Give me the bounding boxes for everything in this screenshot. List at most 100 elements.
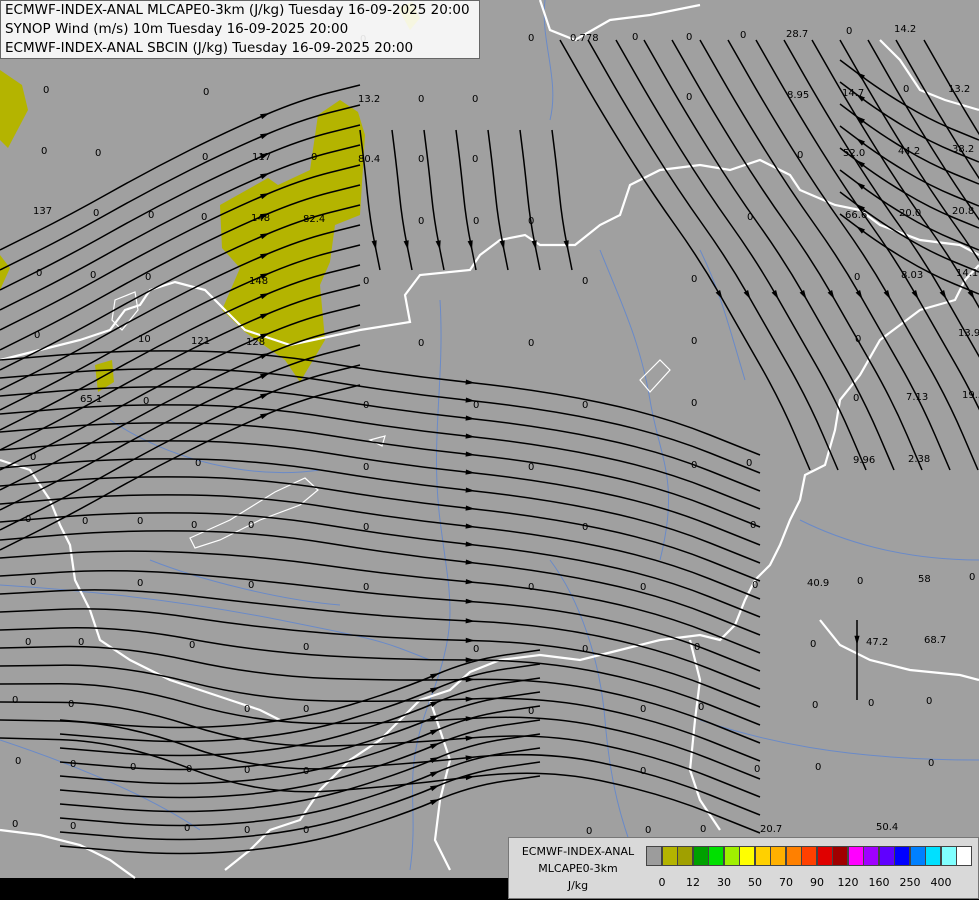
value-label: 0 [303,704,309,715]
value-label: 0 [686,32,692,43]
value-label: 0 [750,520,756,531]
value-label: 0 [582,522,588,533]
value-label: 148 [249,276,268,287]
value-label: 8.03 [901,270,923,281]
value-label: 0 [746,458,752,469]
value-label: 0 [473,400,479,411]
legend-swatch [878,846,895,866]
value-label: 0 [184,823,190,834]
value-label: 0 [810,639,816,650]
value-label: 0 [12,819,18,830]
value-label: 0 [418,154,424,165]
value-label: 80.4 [358,154,380,165]
value-label: 0 [473,216,479,227]
value-label: 0 [691,274,697,285]
value-label: 0 [363,462,369,473]
value-label: 0 [363,400,369,411]
value-label: 0 [582,276,588,287]
legend-tick-label: 50 [748,876,762,889]
value-label: 0 [528,216,534,227]
value-label: 50.4 [876,822,898,833]
value-label: 13.2 [358,94,380,105]
value-label: 0 [90,270,96,281]
legend-swatch [646,846,662,866]
legend-swatch [677,846,693,866]
value-label: 0 [418,216,424,227]
value-label: 0 [472,94,478,105]
value-label: 0 [34,330,40,341]
value-label: 0 [586,826,592,837]
value-label: 121 [191,336,210,347]
value-label: 65.1 [80,394,102,405]
value-label: 0 [846,26,852,37]
value-label: 0 [43,85,49,96]
value-label: 0 [12,695,18,706]
value-label: 0 [969,572,975,583]
value-label: 0 [203,87,209,98]
legend-swatch [940,846,957,866]
value-label: 0 [740,30,746,41]
legend-tick-label: 30 [717,876,731,889]
value-label: 0 [68,699,74,710]
legend-title-source: ECMWF-INDEX-ANAL [521,845,635,858]
value-label: 47.2 [866,637,888,648]
value-label: 0 [70,759,76,770]
value-label: 0 [926,696,932,707]
value-label: 0 [747,212,753,223]
value-label: 14.2 [894,24,916,35]
value-label: 66.6 [845,210,867,221]
value-label: 58 [918,574,931,585]
value-label: 0 [854,272,860,283]
legend-swatch [894,846,910,866]
value-label: 0 [70,821,76,832]
value-label: 117 [252,152,271,163]
value-label: 0 [244,825,250,836]
value-label: 28.7 [786,29,808,40]
value-label: 14.1 [956,268,978,279]
value-label: 0 [244,765,250,776]
legend-swatch [739,846,755,866]
value-label: 0 [248,520,254,531]
value-label: 0 [473,644,479,655]
legend-swatch [816,846,833,866]
value-label: 0 [95,148,101,159]
value-label: 0 [201,212,207,223]
value-label: 0 [137,578,143,589]
value-label: 0 [691,398,697,409]
value-label: 0 [93,208,99,219]
value-label: 0 [30,577,36,588]
value-label: 40.9 [807,578,829,589]
value-label: 0 [797,150,803,161]
legend-tick-label: 70 [779,876,793,889]
value-label: 0 [640,766,646,777]
legend-tick-label: 12 [686,876,700,889]
legend-tick-label: 90 [810,876,824,889]
value-label: 0 [691,336,697,347]
value-label: 0 [186,764,192,775]
value-label: 0 [640,704,646,715]
value-label: 0 [903,84,909,95]
legend-swatch [723,846,740,866]
value-label: 0 [191,520,197,531]
legend-swatch [863,846,879,866]
wind-title: SYNOP Wind (m/s) 10m Tuesday 16-09-2025 … [5,21,349,37]
value-label: 9.96 [853,455,875,466]
value-label: 0 [30,452,36,463]
value-label: 38.2 [952,144,974,155]
value-label: 0 [363,276,369,287]
legend-tick-label: 250 [899,876,921,889]
value-label: 0 [36,268,42,279]
legend-swatch [909,846,926,866]
value-label: 13.9 [958,328,979,339]
value-label: 0 [148,210,154,221]
value-label: 19.5 [962,390,979,401]
value-label: 0 [244,704,250,715]
value-label: 0 [195,458,201,469]
value-label: 0 [303,642,309,653]
value-label: 44.2 [898,146,920,157]
legend-swatch [801,846,817,866]
legend-tick-label: 0 [658,876,666,889]
value-label: 0 [82,516,88,527]
value-label: 0 [472,154,478,165]
color-legend: ECMWF-INDEX-ANAL MLCAPE0-3km J/kg 0 12 30 5… [508,837,979,899]
